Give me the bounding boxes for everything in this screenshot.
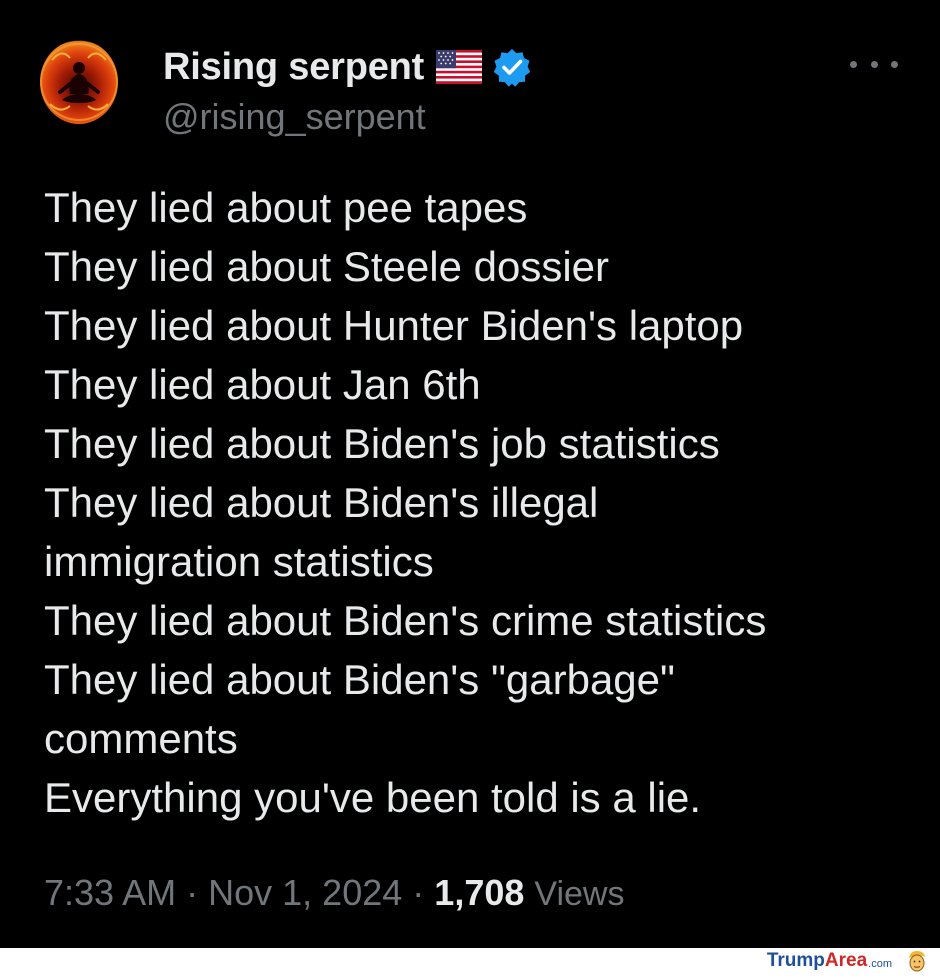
watermark-bar: Trump Area .com	[0, 948, 940, 974]
trump-face-icon	[906, 949, 928, 973]
separator-dot: ·	[186, 872, 199, 913]
tweet-text: They lied about pee tapes They lied abou…	[44, 178, 924, 827]
more-dot	[850, 60, 857, 68]
watermark-text-area: Area	[824, 950, 868, 971]
tweet-text-line: They lied about Hunter Biden's laptop	[44, 302, 744, 349]
tweet-text-line: Everything you've been told is a lie.	[44, 774, 702, 821]
tweet-text-line: They lied about Biden's "garbage"	[44, 656, 675, 703]
tweet-metadata: 7:33 AM · Nov 1, 2024 · 1,708 Views	[44, 872, 625, 914]
watermark-text-com: .com	[868, 957, 892, 970]
display-name[interactable]: Rising serpent	[163, 46, 424, 89]
tweet-text-line: They lied about pee tapes	[44, 184, 528, 231]
tweet-text-line: They lied about Jan 6th	[44, 361, 481, 408]
more-options-icon[interactable]	[850, 52, 898, 76]
tweet-text-line: They lied about Steele dossier	[44, 243, 610, 290]
views-label: Views	[534, 875, 625, 913]
more-dot	[891, 60, 898, 68]
tweet-text-line: They lied about Biden's illegal	[44, 479, 599, 526]
verified-badge-icon[interactable]	[492, 47, 532, 87]
tweet-card: Rising serpent @rising_serpent They lied…	[0, 0, 940, 948]
tweet-text-line: They lied about Biden's job statistics	[44, 420, 720, 467]
display-name-row: Rising serpent	[163, 42, 532, 92]
separator-dot: ·	[412, 872, 425, 913]
avatar[interactable]	[40, 40, 118, 124]
views-count[interactable]: 1,708	[434, 872, 524, 913]
us-flag-icon	[436, 50, 483, 84]
tweet-text-line: They lied about Biden's crime statistics	[44, 597, 767, 644]
meditating-figure-icon	[40, 43, 118, 121]
watermark-text-trump: Trump	[766, 950, 825, 971]
more-dot	[870, 60, 878, 68]
tweet-text-line: comments	[44, 715, 238, 762]
watermark: Trump Area .com	[767, 948, 928, 974]
tweet-time[interactable]: 7:33 AM	[44, 872, 176, 913]
tweet-date[interactable]: Nov 1, 2024	[208, 872, 402, 913]
user-handle[interactable]: @rising_serpent	[163, 96, 426, 138]
tweet-text-line: immigration statistics	[44, 538, 434, 585]
